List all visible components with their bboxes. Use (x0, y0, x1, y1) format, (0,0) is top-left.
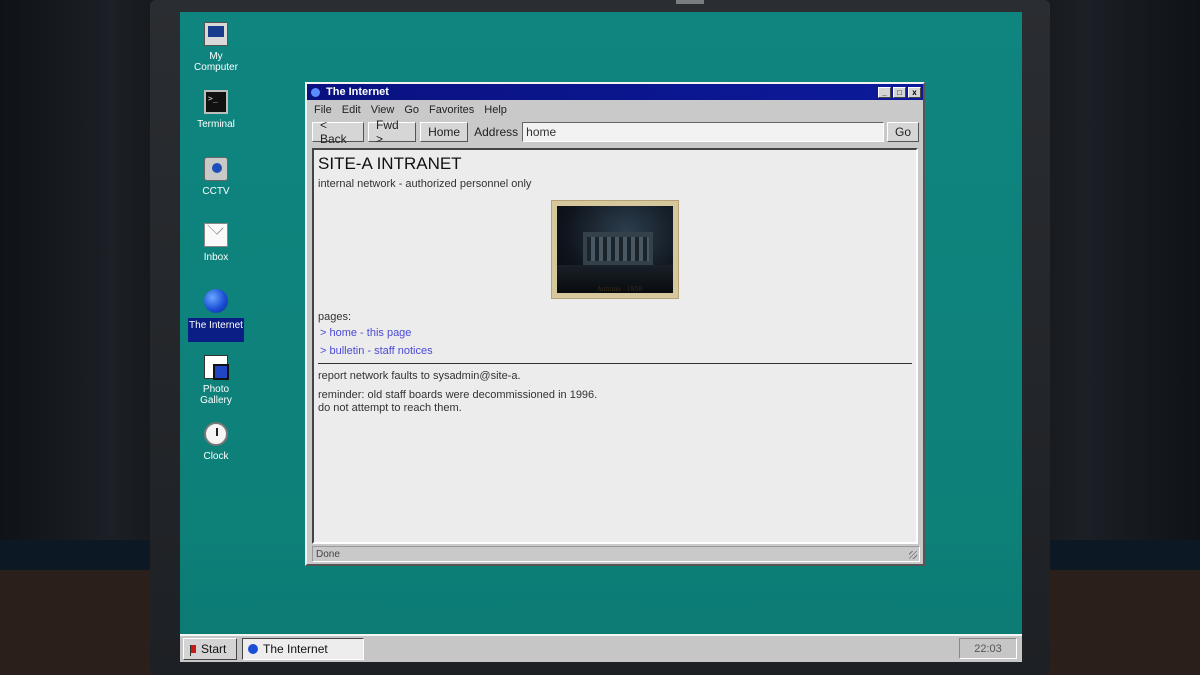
taskbar-item-the-internet[interactable]: The Internet (242, 638, 364, 660)
go-button[interactable]: Go (886, 122, 919, 142)
menu-go[interactable]: Go (404, 104, 419, 116)
desktop-icon-my-computer[interactable]: My Computer (188, 22, 244, 73)
link-home[interactable]: > home - this page (320, 327, 912, 339)
site-photo: Autumn - 1958 (551, 200, 679, 299)
desktop: My Computer Terminal CCTV Inbox The Inte… (180, 12, 1022, 662)
minimize-button[interactable]: _ (878, 86, 891, 98)
pages-label: pages: (318, 311, 352, 323)
back-button[interactable]: < Back (312, 118, 364, 146)
maximize-button[interactable]: □ (893, 86, 906, 98)
desktop-icon-label: CCTV (202, 186, 230, 197)
taskbar-item-label: The Internet (263, 642, 328, 656)
divider (318, 363, 912, 364)
forward-button[interactable]: Fwd > (368, 118, 417, 146)
desktop-icon-label: Inbox (203, 252, 229, 263)
desktop-icon-label: The Internet (188, 318, 244, 342)
start-label: Start (201, 642, 227, 656)
desktop-icon-the-internet[interactable]: The Internet (188, 289, 244, 342)
browser-window: The Internet _ □ x File Edit View Go Fav… (305, 82, 925, 566)
address-label: Address (474, 125, 519, 139)
desktop-icon-terminal[interactable]: Terminal (188, 90, 244, 130)
computer-icon (204, 22, 228, 46)
flag-icon (190, 645, 196, 656)
globe-icon (204, 289, 228, 313)
browser-toolbar: < Back Fwd > Home Address Go (307, 118, 923, 146)
window-title: The Internet (326, 86, 389, 98)
page-subtitle: internal network - authorized personnel … (318, 178, 532, 190)
menu-edit[interactable]: Edit (342, 104, 361, 116)
globe-icon (311, 87, 320, 97)
home-button[interactable]: Home (420, 122, 469, 142)
close-button[interactable]: x (908, 86, 921, 98)
clock-icon (204, 422, 228, 446)
resize-grip-icon[interactable] (909, 551, 917, 559)
photo-caption: Autumn - 1958 (597, 286, 643, 293)
desktop-icon-label: My Computer (194, 51, 238, 73)
link-bulletin[interactable]: > bulletin - staff notices (320, 345, 912, 357)
menu-view[interactable]: View (371, 104, 395, 116)
desktop-icon-clock[interactable]: Clock (188, 422, 244, 462)
desktop-icon-inbox[interactable]: Inbox (188, 223, 244, 263)
reminder-line-2: do not attempt to reach them. (318, 402, 462, 414)
mail-icon (204, 223, 228, 247)
menu-favorites[interactable]: Favorites (429, 104, 474, 116)
menu-file[interactable]: File (314, 104, 332, 116)
status-text: Done (316, 549, 340, 560)
globe-icon (248, 644, 258, 654)
desktop-icon-label: Clock (203, 451, 229, 462)
desktop-icon-photo-gallery[interactable]: Photo Gallery (188, 355, 244, 406)
desktop-icon-cctv[interactable]: CCTV (188, 157, 244, 197)
room-background-right (1030, 0, 1200, 675)
start-button[interactable]: Start (183, 638, 237, 660)
reminder-note: reminder: old staff boards were decommis… (318, 389, 912, 415)
system-tray-clock[interactable]: 22:03 (959, 638, 1017, 659)
page-title: SITE-A INTRANET (318, 154, 462, 173)
reminder-line-1: reminder: old staff boards were decommis… (318, 389, 598, 401)
clock-text: 22:03 (974, 642, 1002, 655)
faults-note: report network faults to sysadmin@site-a… (318, 370, 521, 382)
desktop-icon-label: Terminal (197, 119, 235, 130)
taskbar: Start The Internet 22:03 (180, 634, 1022, 662)
camera-icon (204, 157, 228, 181)
menu-bar: File Edit View Go Favorites Help (307, 100, 923, 120)
window-titlebar[interactable]: The Internet _ □ x (307, 84, 923, 100)
photo-gallery-icon (204, 355, 229, 380)
page-content: SITE-A INTRANET internal network - autho… (312, 148, 918, 544)
room-background-left (0, 0, 160, 675)
desktop-icon-label: Photo Gallery (200, 384, 232, 406)
status-bar: Done (312, 546, 920, 562)
address-input[interactable] (522, 122, 884, 142)
terminal-icon (204, 90, 228, 114)
menu-help[interactable]: Help (484, 104, 507, 116)
